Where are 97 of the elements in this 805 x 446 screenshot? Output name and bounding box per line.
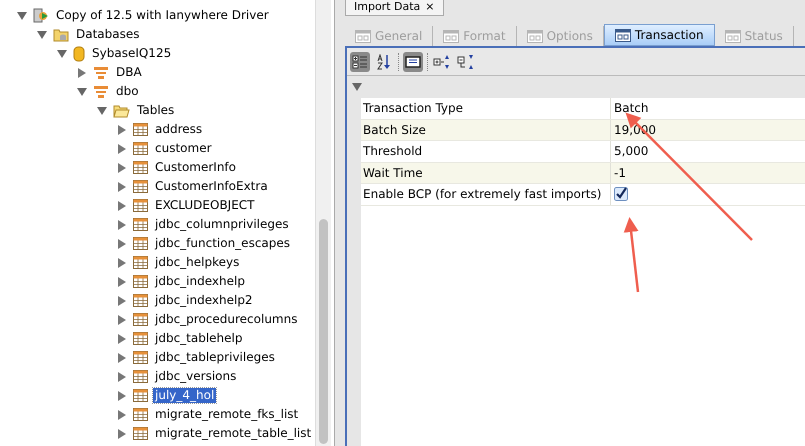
- collapse-arrow-icon[interactable]: [76, 86, 88, 98]
- expand-arrow-icon[interactable]: [116, 294, 128, 306]
- description-icon: [405, 56, 421, 68]
- tree-item[interactable]: jdbc_procedurecolumns: [153, 312, 300, 327]
- tree-item[interactable]: dbo: [114, 84, 141, 99]
- table-icon: [133, 256, 148, 269]
- table-icon: [133, 332, 148, 345]
- collapse-arrow-icon[interactable]: [56, 48, 68, 60]
- expand-arrow-icon[interactable]: [116, 390, 128, 402]
- table-icon: [133, 351, 148, 364]
- expand-arrow-icon[interactable]: [116, 124, 128, 136]
- table-icon: [133, 408, 148, 421]
- table-icon: [133, 275, 148, 288]
- tree-item[interactable]: jdbc_indexhelp: [153, 274, 247, 289]
- tree-item[interactable]: Copy of 12.5 with Ianywhere Driver: [54, 8, 271, 23]
- expand-arrow-icon[interactable]: [116, 162, 128, 174]
- collapse-arrow-icon[interactable]: [96, 104, 108, 116]
- property-value[interactable]: Batch: [614, 99, 648, 118]
- property-name: Threshold: [361, 141, 611, 162]
- table-icon: [133, 180, 148, 193]
- scrollbar-thumb[interactable]: [319, 219, 328, 444]
- tree-item[interactable]: jdbc_helpkeys: [153, 255, 242, 270]
- scrollbar[interactable]: [315, 0, 331, 446]
- tree-item[interactable]: jdbc_tablehelp: [153, 331, 244, 346]
- table-icon: [133, 142, 148, 155]
- expand-arrow-icon[interactable]: [116, 314, 128, 326]
- tree-item[interactable]: Databases: [74, 27, 142, 42]
- expand-arrow-icon[interactable]: [116, 428, 128, 440]
- tree-item[interactable]: CustomerInfoExtra: [153, 179, 270, 194]
- table-icon: [133, 218, 148, 231]
- expand-arrow-icon[interactable]: [116, 218, 128, 230]
- table-icon: [133, 313, 148, 326]
- expand-all-icon: [433, 54, 451, 70]
- expand-arrow-icon[interactable]: [116, 352, 128, 364]
- table-icon: [133, 237, 148, 250]
- editor-tab[interactable]: Import Data ×: [345, 0, 444, 16]
- expand-arrow-icon[interactable]: [116, 180, 128, 192]
- table-icon: [133, 123, 148, 136]
- description-button[interactable]: [403, 52, 423, 72]
- table-icon: [133, 161, 148, 174]
- property-value[interactable]: -1: [614, 164, 626, 182]
- table-icon: [133, 294, 148, 307]
- property-name: Enable BCP (for extremely fast imports): [361, 184, 611, 204]
- panel-icon: [443, 30, 460, 42]
- property-name: Transaction Type: [361, 98, 611, 118]
- expand-arrow-icon[interactable]: [116, 238, 128, 250]
- collapse-arrow-icon[interactable]: [16, 10, 28, 22]
- close-button[interactable]: ×: [425, 0, 434, 16]
- schema-icon: [93, 84, 109, 98]
- expand-arrow-icon[interactable]: [116, 142, 128, 154]
- tree-item[interactable]: jdbc_versions: [153, 369, 238, 384]
- property-name: Batch Size: [361, 120, 611, 140]
- collapse-arrow-icon[interactable]: [36, 28, 48, 40]
- tree-item[interactable]: jdbc_columnprivileges: [153, 217, 291, 232]
- property-name: Wait Time: [361, 162, 611, 183]
- tab[interactable]: Transaction: [604, 24, 715, 46]
- checkbox[interactable]: [614, 187, 628, 202]
- tree-item[interactable]: migrate_remote_fks_list: [153, 407, 300, 422]
- categorized-button[interactable]: [350, 52, 370, 72]
- sort-icon: [376, 54, 392, 70]
- tree-item[interactable]: address: [153, 122, 204, 137]
- table-icon: [133, 427, 148, 440]
- expand-arrow-icon[interactable]: [116, 256, 128, 268]
- folder-icon: [113, 104, 130, 118]
- panel-icon: [355, 30, 371, 42]
- categorized-icon: [352, 54, 368, 70]
- expand-arrow-icon[interactable]: [116, 276, 128, 288]
- server-icon: [33, 8, 49, 24]
- expand-arrow-icon[interactable]: [116, 408, 128, 420]
- tree-item[interactable]: CustomerInfo: [153, 160, 238, 175]
- table-icon: [133, 199, 148, 212]
- collapse-arrow-icon[interactable]: [351, 81, 363, 93]
- tree-item[interactable]: july_4_hol: [153, 388, 216, 403]
- panel-icon: [614, 28, 631, 42]
- expand-arrow-icon[interactable]: [76, 66, 88, 78]
- tree-item[interactable]: jdbc_indexhelp2: [153, 293, 255, 308]
- tree-item[interactable]: migrate_remote_table_list: [153, 426, 314, 441]
- expand-arrow-icon[interactable]: [116, 332, 128, 344]
- schema-icon: [93, 66, 109, 80]
- tree-item[interactable]: jdbc_function_escapes: [153, 236, 292, 251]
- tree-item[interactable]: DBA: [114, 65, 144, 80]
- tree-item[interactable]: SybaseIQ125: [90, 46, 174, 61]
- table-icon: [133, 389, 148, 402]
- table-icon: [133, 370, 148, 383]
- panel-icon: [724, 30, 741, 42]
- collapse-all-icon: [457, 54, 475, 70]
- tree-item[interactable]: EXCLUDEOBJECT: [153, 198, 257, 213]
- tab-title: Import Data: [354, 0, 420, 16]
- expand-arrow-icon[interactable]: [116, 200, 128, 212]
- panel-icon: [526, 30, 543, 42]
- tree-item[interactable]: jdbc_tableprivileges: [153, 350, 277, 365]
- expand-arrow-icon[interactable]: [116, 370, 128, 382]
- property-value[interactable]: 5,000: [614, 142, 648, 160]
- database-folder-icon: [53, 28, 69, 42]
- tree-item[interactable]: customer: [153, 141, 214, 156]
- database-icon: [73, 46, 85, 62]
- tree-item[interactable]: Tables: [135, 103, 176, 118]
